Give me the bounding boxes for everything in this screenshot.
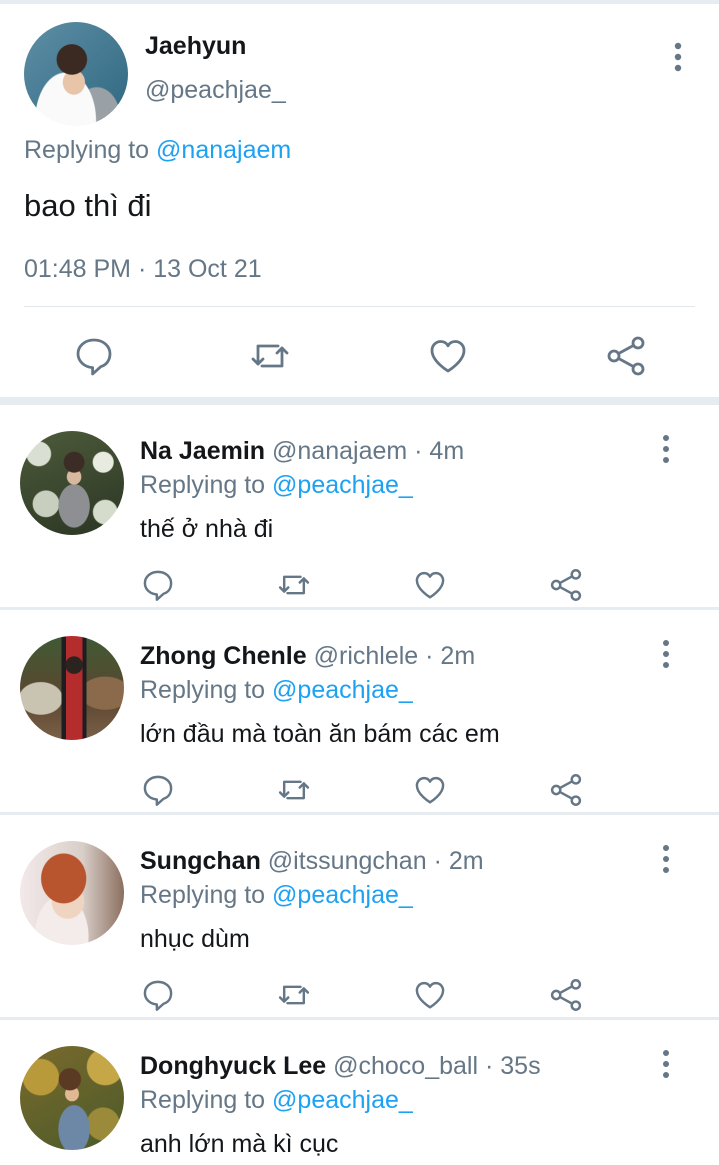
tweet-text: anh lớn mà kì cục <box>140 1130 339 1158</box>
divider <box>24 306 695 307</box>
replying-to: Replying to @peachjae_ <box>140 1086 413 1115</box>
replying-prefix: Replying to <box>24 136 150 164</box>
mention-link[interactable]: @peachjae_ <box>272 676 413 704</box>
more-options-icon[interactable] <box>652 638 680 670</box>
reply-header: Sungchan @itssungchan · 2m <box>140 847 484 876</box>
author-handle[interactable]: @choco_ball <box>333 1052 478 1080</box>
reply-icon[interactable] <box>140 772 176 808</box>
replying-prefix: Replying to <box>140 881 266 909</box>
thread-separator <box>0 397 719 405</box>
share-icon[interactable] <box>548 567 584 603</box>
tweet-text: lớn đầu mà toàn ăn bám các em <box>140 720 500 748</box>
tweet-text: thế ở nhà đi <box>140 515 274 543</box>
replying-prefix: Replying to <box>140 1086 266 1114</box>
main-tweet: Jaehyun @peachjae_ Replying to @nanajaem… <box>0 4 719 397</box>
timestamp: 01:48 PM · 13 Oct 21 <box>24 255 262 283</box>
avatar[interactable] <box>20 841 124 945</box>
author-name[interactable]: Zhong Chenle <box>140 642 307 670</box>
avatar[interactable] <box>24 22 128 126</box>
reply-icon[interactable] <box>72 334 116 378</box>
replying-to: Replying to @peachjae_ <box>140 881 413 910</box>
post-time: · 4m <box>414 437 465 465</box>
share-icon[interactable] <box>548 772 584 808</box>
reply-tweet[interactable]: Zhong Chenle @richlele · 2m Replying to … <box>0 610 719 812</box>
reply-header: Donghyuck Lee @choco_ball · 35s <box>140 1052 541 1081</box>
tweet-text: nhục dùm <box>140 925 250 953</box>
reply-icon[interactable] <box>140 977 176 1013</box>
author-name[interactable]: Jaehyun <box>145 32 246 61</box>
more-options-icon[interactable] <box>652 843 680 875</box>
post-time: · 35s <box>484 1052 541 1080</box>
tweet-text: bao thì đi <box>24 188 152 223</box>
replying-prefix: Replying to <box>140 676 266 704</box>
author-handle[interactable]: @itssungchan <box>268 847 427 875</box>
avatar[interactable] <box>20 431 124 535</box>
author-name[interactable]: Donghyuck Lee <box>140 1052 326 1080</box>
author-name[interactable]: Na Jaemin <box>140 437 265 465</box>
post-time: · 2m <box>433 847 484 875</box>
retweet-icon[interactable] <box>248 334 292 378</box>
like-icon[interactable] <box>426 334 470 378</box>
replying-prefix: Replying to <box>140 471 266 499</box>
author-handle[interactable]: @nanajaem <box>272 437 407 465</box>
like-icon[interactable] <box>412 567 448 603</box>
reply-tweet[interactable]: Na Jaemin @nanajaem · 4m Replying to @pe… <box>0 405 719 607</box>
more-options-icon[interactable] <box>664 40 692 74</box>
replying-to: Replying to @peachjae_ <box>140 676 413 705</box>
reply-header: Na Jaemin @nanajaem · 4m <box>140 437 464 466</box>
mention-link[interactable]: @nanajaem <box>156 136 291 164</box>
reply-icon[interactable] <box>140 567 176 603</box>
share-icon[interactable] <box>604 334 648 378</box>
reply-tweet[interactable]: Donghyuck Lee @choco_ball · 35s Replying… <box>0 1020 719 1165</box>
replying-to: Replying to @nanajaem <box>24 136 291 165</box>
retweet-icon[interactable] <box>276 567 312 603</box>
tweet-thread: Jaehyun @peachjae_ Replying to @nanajaem… <box>0 0 719 1165</box>
avatar[interactable] <box>20 1046 124 1150</box>
post-time: · 2m <box>425 642 476 670</box>
retweet-icon[interactable] <box>276 772 312 808</box>
more-options-icon[interactable] <box>652 433 680 465</box>
mention-link[interactable]: @peachjae_ <box>272 881 413 909</box>
author-handle[interactable]: @peachjae_ <box>145 76 286 105</box>
avatar[interactable] <box>20 636 124 740</box>
author-name[interactable]: Sungchan <box>140 847 261 875</box>
retweet-icon[interactable] <box>276 977 312 1013</box>
share-icon[interactable] <box>548 977 584 1013</box>
author-handle[interactable]: @richlele <box>314 642 419 670</box>
more-options-icon[interactable] <box>652 1048 680 1080</box>
reply-tweet[interactable]: Sungchan @itssungchan · 2m Replying to @… <box>0 815 719 1017</box>
reply-header: Zhong Chenle @richlele · 2m <box>140 642 475 671</box>
mention-link[interactable]: @peachjae_ <box>272 1086 413 1114</box>
replying-to: Replying to @peachjae_ <box>140 471 413 500</box>
like-icon[interactable] <box>412 772 448 808</box>
like-icon[interactable] <box>412 977 448 1013</box>
mention-link[interactable]: @peachjae_ <box>272 471 413 499</box>
